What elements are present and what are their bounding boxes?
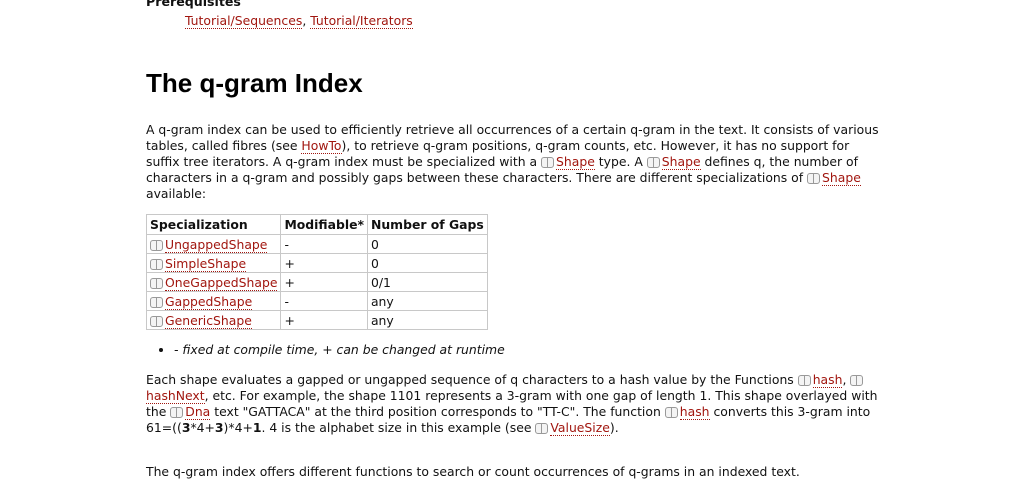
shape-specializations-table: Specialization Modifiable* Number of Gap… [145,214,488,330]
note-item: - fixed at compile time, + can be change… [174,342,505,358]
cell-modifiable: - [280,291,368,311]
book-icon [541,157,555,168]
cell-specialization: GappedShape [145,291,282,311]
link-onegappedshape[interactable]: OneGappedShape [165,274,278,291]
link-shape[interactable]: Shape [822,170,861,186]
book-icon [150,277,163,289]
cell-specialization: SimpleShape [145,253,282,273]
para-text: text "GATTACA" at the third position cor… [210,404,665,419]
prerequisites-links: Tutorial/Sequences, Tutorial/Iterators [185,12,413,30]
para-text: *4+ [190,420,215,435]
book-icon [850,375,864,386]
cell-gaps: 0 [366,234,488,254]
cell-gaps: any [366,291,488,311]
book-icon [150,315,163,327]
para-text: Each shape evaluates a gapped or ungappe… [146,372,798,387]
cell-gaps: any [366,310,488,330]
link-shape[interactable]: Shape [661,154,701,170]
link-ungappedshape[interactable]: UngappedShape [165,236,268,253]
table-row: UngappedShape - 0 [145,234,488,254]
cell-specialization: GenericShape [145,310,282,330]
intro-text: type. A [594,154,647,169]
cell-modifiable: + [280,272,368,292]
link-hashnext[interactable]: hashNext [146,388,205,404]
book-icon [150,258,163,270]
book-icon [150,239,163,251]
link-gappedshape[interactable]: GappedShape [165,293,253,310]
intro-text: available: [146,186,207,201]
bold-digit: 3 [214,420,224,435]
link-howto[interactable]: HowTo [301,138,342,154]
book-icon [170,407,184,418]
note-list: - fixed at compile time, + can be change… [146,342,505,358]
link-shape[interactable]: Shape [556,154,595,170]
cell-gaps: 0/1 [366,272,488,292]
cell-modifiable: + [280,310,368,330]
book-icon [807,173,821,184]
header-number-of-gaps: Number of Gaps [366,214,488,235]
para-text: . 4 is the alphabet size in this example… [261,420,536,435]
hash-paragraph: Each shape evaluates a gapped or ungappe… [146,372,886,436]
link-valuesize[interactable]: ValueSize [550,420,610,436]
link-hash[interactable]: hash [679,404,710,420]
page-title: The q-gram Index [146,68,363,98]
book-icon [535,423,549,434]
cell-specialization: UngappedShape [145,234,282,254]
para-text: )*4+ [223,420,253,435]
header-modifiable: Modifiable* [280,214,368,235]
cell-gaps: 0 [366,253,488,273]
table-row: SimpleShape + 0 [145,253,488,273]
cell-modifiable: + [280,253,368,273]
cell-specialization: OneGappedShape [145,272,282,292]
prerequisites-heading: Prerequisites [146,0,241,9]
header-specialization: Specialization [145,214,282,235]
intro-paragraph: A q-gram index can be used to efficientl… [146,122,886,202]
link-tutorial-sequences[interactable]: Tutorial/Sequences [185,13,303,29]
link-dna[interactable]: Dna [185,404,211,420]
book-icon [797,375,811,386]
table-row: GenericShape + any [145,310,488,330]
para-text: ). [609,420,619,435]
table-header-row: Specialization Modifiable* Number of Gap… [145,214,488,235]
book-icon [150,296,163,308]
link-genericshape[interactable]: GenericShape [165,312,252,329]
para-text: , [842,372,851,387]
book-icon [664,407,678,418]
link-tutorial-iterators[interactable]: Tutorial/Iterators [310,13,413,29]
link-hash[interactable]: hash [812,372,843,388]
table-row: OneGappedShape + 0/1 [145,272,488,292]
cell-modifiable: - [280,234,368,254]
link-simpleshape[interactable]: SimpleShape [165,255,247,272]
table-row: GappedShape - any [145,291,488,311]
book-icon [646,157,660,168]
